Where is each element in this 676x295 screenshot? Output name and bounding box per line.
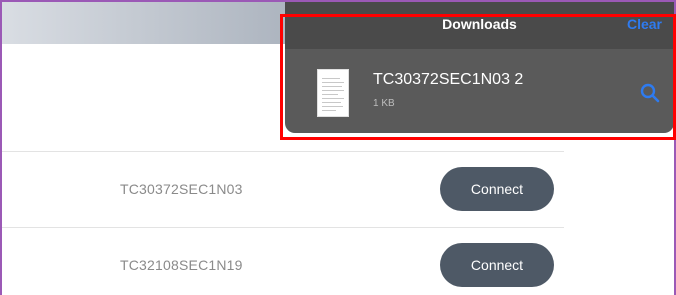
connect-button[interactable]: Connect bbox=[440, 243, 554, 287]
device-name: TC32108SEC1N19 bbox=[120, 257, 243, 273]
downloads-header: Downloads Clear bbox=[285, 2, 674, 49]
device-row: TC30372SEC1N03 Connect bbox=[2, 152, 674, 226]
document-icon bbox=[317, 69, 349, 117]
connect-button[interactable]: Connect bbox=[440, 167, 554, 211]
download-file-size: 1 KB bbox=[373, 98, 395, 109]
download-item[interactable]: TC30372SEC1N03 2 1 KB bbox=[285, 49, 674, 133]
downloads-title: Downloads bbox=[442, 16, 517, 32]
device-name: TC30372SEC1N03 bbox=[120, 181, 243, 197]
clear-button[interactable]: Clear bbox=[627, 16, 662, 32]
search-icon[interactable] bbox=[640, 83, 660, 103]
downloads-popover: Downloads Clear TC30372SEC1N03 2 1 KB bbox=[285, 2, 674, 133]
download-file-name: TC30372SEC1N03 2 bbox=[373, 71, 524, 88]
device-row: TC32108SEC1N19 Connect bbox=[2, 228, 674, 295]
